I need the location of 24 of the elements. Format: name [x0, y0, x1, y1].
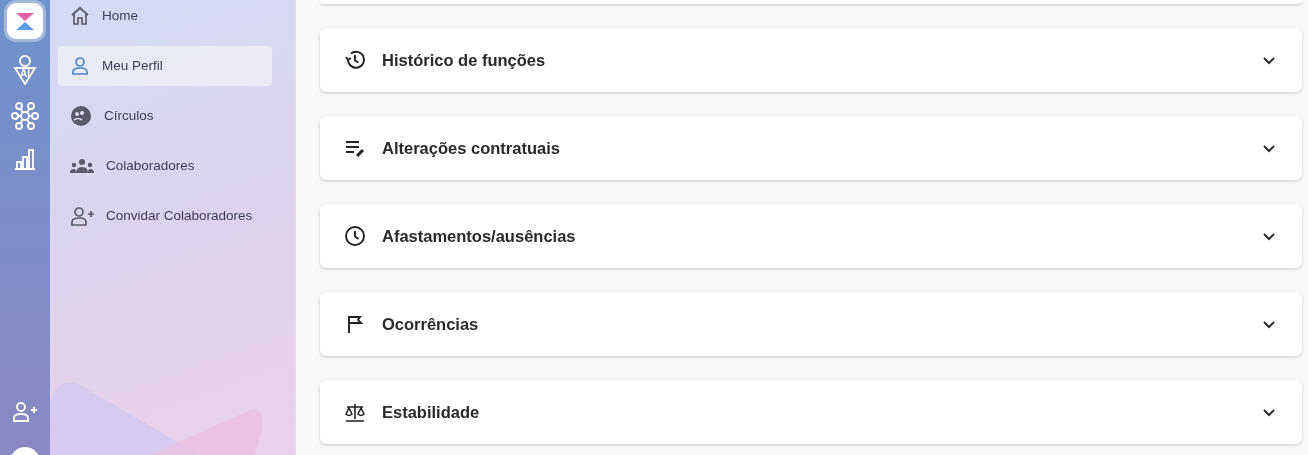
ai-person-icon[interactable]	[13, 55, 37, 85]
faces-icon	[70, 105, 92, 127]
home-icon	[70, 6, 90, 26]
person-icon	[70, 56, 90, 76]
sidebar-item[interactable]: Convidar Colaboradores	[58, 196, 272, 236]
section-header[interactable]: Afastamentos/ausências	[320, 204, 1302, 268]
add-person-icon[interactable]	[12, 401, 38, 423]
group-icon	[70, 158, 94, 174]
ai-label: AI	[19, 69, 31, 79]
add-person-icon	[70, 206, 94, 226]
scale-icon	[344, 401, 366, 423]
section-header[interactable]: Histórico de funções	[320, 28, 1302, 92]
clock-icon	[344, 225, 366, 247]
history-icon	[344, 49, 366, 71]
section-header[interactable]: Ocorrências	[320, 292, 1302, 356]
section-header[interactable]: Estabilidade	[320, 380, 1302, 444]
sidebar-item[interactable]: Meu Perfil	[58, 46, 272, 86]
network-icon[interactable]	[10, 101, 40, 131]
sidebar-item[interactable]: Colaboradores	[58, 146, 272, 186]
section-header[interactable]: Alterações contratuais	[320, 116, 1302, 180]
sidebar-item[interactable]: Círculos	[58, 96, 272, 136]
app-logo[interactable]	[7, 3, 43, 39]
sidebar-item[interactable]: Home	[58, 0, 272, 36]
bar-chart-icon[interactable]	[13, 147, 37, 171]
